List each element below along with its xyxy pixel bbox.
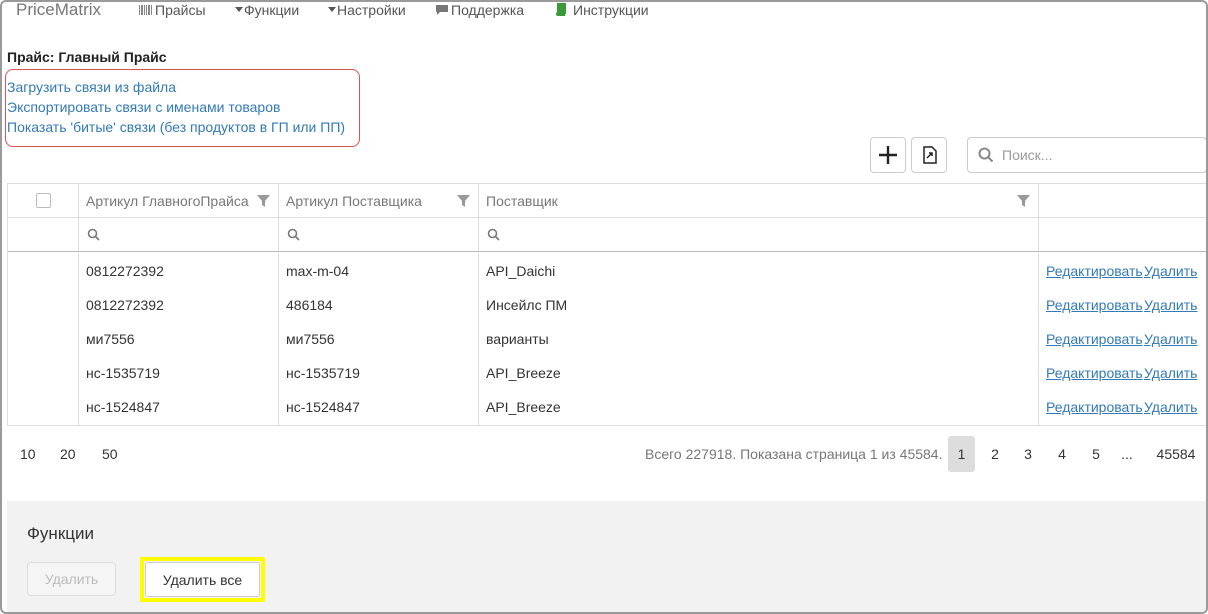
search-field[interactable] — [967, 137, 1206, 173]
nav-item-settings[interactable]: Настройки — [328, 2, 406, 18]
delete-link[interactable]: Удалить — [1144, 297, 1197, 313]
main-sku-cell: 0812272392 — [86, 297, 164, 313]
links-table: Артикул ГлавногоПрайса Артикул Поставщик… — [7, 183, 1206, 426]
page-button-last[interactable]: 45584 — [1154, 436, 1198, 472]
table-row: нс-1535719 нс-1535719 API_Breeze Редакти… — [8, 355, 1206, 389]
navbar: PriceMatrix Прайсы Функции Настройки Под… — [2, 2, 1206, 24]
nav-item-label: Функции — [244, 2, 300, 18]
export-file-icon — [923, 146, 937, 164]
select-all-cell — [8, 184, 79, 217]
filter-icon[interactable] — [1017, 195, 1030, 207]
upload-links-link[interactable]: Загрузить связи из файла — [7, 79, 176, 95]
column-header-label: Артикул Поставщика — [286, 193, 422, 209]
col-main-sku[interactable]: Артикул ГлавногоПрайса — [79, 184, 279, 217]
add-button[interactable] — [870, 137, 906, 173]
filter-icon[interactable] — [457, 195, 470, 207]
supplier-sku-cell: нс-1535719 — [286, 365, 360, 381]
main-sku-cell: 0812272392 — [86, 263, 164, 279]
main-sku-cell: нс-1535719 — [86, 365, 160, 381]
nav-item-label: Поддержка — [451, 2, 525, 18]
page-ellipsis[interactable]: ... — [1114, 436, 1140, 472]
table-row: нс-1524847 нс-1524847 API_Breeze Редакти… — [8, 389, 1206, 423]
table-row: 0812272392 max-m-04 API_Daichi Редактиро… — [8, 253, 1206, 287]
page-size-20[interactable]: 20 — [60, 446, 76, 462]
nav-item-label: Прайсы — [155, 2, 206, 18]
supplier-cell: API_Breeze — [486, 365, 561, 381]
supplier-cell: варианты — [486, 331, 549, 347]
nav-item-label: Инструкции — [573, 2, 649, 18]
page-button-2[interactable]: 2 — [982, 436, 1008, 472]
delete-button[interactable]: Удалить — [27, 562, 116, 596]
edit-link[interactable]: Редактировать — [1046, 263, 1143, 279]
column-header-label: Артикул ГлавногоПрайса — [86, 193, 249, 209]
filter-supplier[interactable] — [479, 218, 1039, 251]
supplier-sku-cell: 486184 — [286, 297, 333, 313]
delete-link[interactable]: Удалить — [1144, 331, 1197, 347]
column-header-label: Поставщик — [486, 193, 558, 209]
main-sku-cell: ми7556 — [86, 331, 135, 347]
supplier-sku-cell: ми7556 — [286, 331, 335, 347]
delete-link[interactable]: Удалить — [1144, 263, 1197, 279]
search-icon — [487, 228, 500, 241]
page-title: Прайс: Главный Прайс — [7, 49, 167, 65]
export-button[interactable] — [911, 137, 947, 173]
table-header: Артикул ГлавногоПрайса Артикул Поставщик… — [8, 184, 1206, 218]
page-button-4[interactable]: 4 — [1049, 436, 1075, 472]
page-size-50[interactable]: 50 — [102, 446, 118, 462]
search-icon — [978, 147, 994, 163]
filter-cell-empty — [1039, 218, 1206, 251]
main-sku-cell: нс-1524847 — [86, 399, 160, 415]
app-window: PriceMatrix Прайсы Функции Настройки Под… — [0, 0, 1208, 614]
search-icon — [87, 228, 100, 241]
edit-link[interactable]: Редактировать — [1046, 365, 1143, 381]
filter-icon[interactable] — [257, 195, 270, 207]
table-body: 0812272392 max-m-04 API_Daichi Редактиро… — [8, 253, 1206, 425]
page-button-3[interactable]: 3 — [1015, 436, 1041, 472]
functions-panel: Функции Удалить Удалить все — [7, 501, 1206, 612]
supplier-cell: API_Breeze — [486, 399, 561, 415]
supplier-sku-cell: max-m-04 — [286, 263, 350, 279]
caret-down-icon — [235, 7, 243, 12]
nav-item-prices[interactable]: Прайсы — [139, 2, 206, 19]
caret-down-icon — [328, 7, 336, 12]
search-input[interactable] — [1002, 146, 1192, 164]
col-supplier-sku[interactable]: Артикул Поставщика — [279, 184, 479, 217]
page-button-5[interactable]: 5 — [1083, 436, 1109, 472]
page-button-1[interactable]: 1 — [948, 436, 975, 472]
select-all-checkbox[interactable] — [36, 193, 51, 208]
export-links-link[interactable]: Экспортировать связи с именами товаров — [7, 99, 280, 115]
page-size-10[interactable]: 10 — [20, 446, 36, 462]
book-icon — [555, 3, 566, 19]
brand-logo[interactable]: PriceMatrix — [16, 2, 101, 20]
filter-main-sku[interactable] — [79, 218, 279, 251]
delete-all-button[interactable]: Удалить все — [145, 562, 260, 597]
filter-cell-empty — [8, 218, 79, 251]
nav-item-support[interactable]: Поддержка — [435, 2, 524, 19]
edit-link[interactable]: Редактировать — [1046, 399, 1143, 415]
delete-link[interactable]: Удалить — [1144, 365, 1197, 381]
supplier-cell: API_Daichi — [486, 263, 556, 279]
plus-icon — [879, 146, 897, 164]
search-icon — [287, 228, 300, 241]
delete-link[interactable]: Удалить — [1144, 399, 1197, 415]
filter-supplier-sku[interactable] — [279, 218, 479, 251]
table-row: 0812272392 486184 Инсейлс ПМ Редактирова… — [8, 287, 1206, 321]
col-actions — [1039, 184, 1206, 217]
pager-info: Всего 227918. Показана страница 1 из 455… — [645, 446, 943, 462]
supplier-cell: Инсейлс ПМ — [486, 297, 568, 313]
barcode-icon — [139, 3, 153, 19]
nav-item-label: Настройки — [337, 2, 406, 18]
nav-item-functions[interactable]: Функции — [235, 2, 299, 18]
comment-icon — [435, 3, 449, 19]
col-supplier[interactable]: Поставщик — [479, 184, 1039, 217]
table-row: ми7556 ми7556 варианты Редактировать Уда… — [8, 321, 1206, 355]
edit-link[interactable]: Редактировать — [1046, 297, 1143, 313]
edit-link[interactable]: Редактировать — [1046, 331, 1143, 347]
delete-all-highlight: Удалить все — [140, 557, 265, 602]
table-filter-row — [8, 218, 1206, 252]
supplier-sku-cell: нс-1524847 — [286, 399, 360, 415]
functions-title: Функции — [27, 524, 94, 543]
show-broken-links-link[interactable]: Показать 'битые' связи (без продуктов в … — [7, 119, 345, 135]
nav-item-instructions[interactable]: Инструкции — [555, 2, 649, 19]
